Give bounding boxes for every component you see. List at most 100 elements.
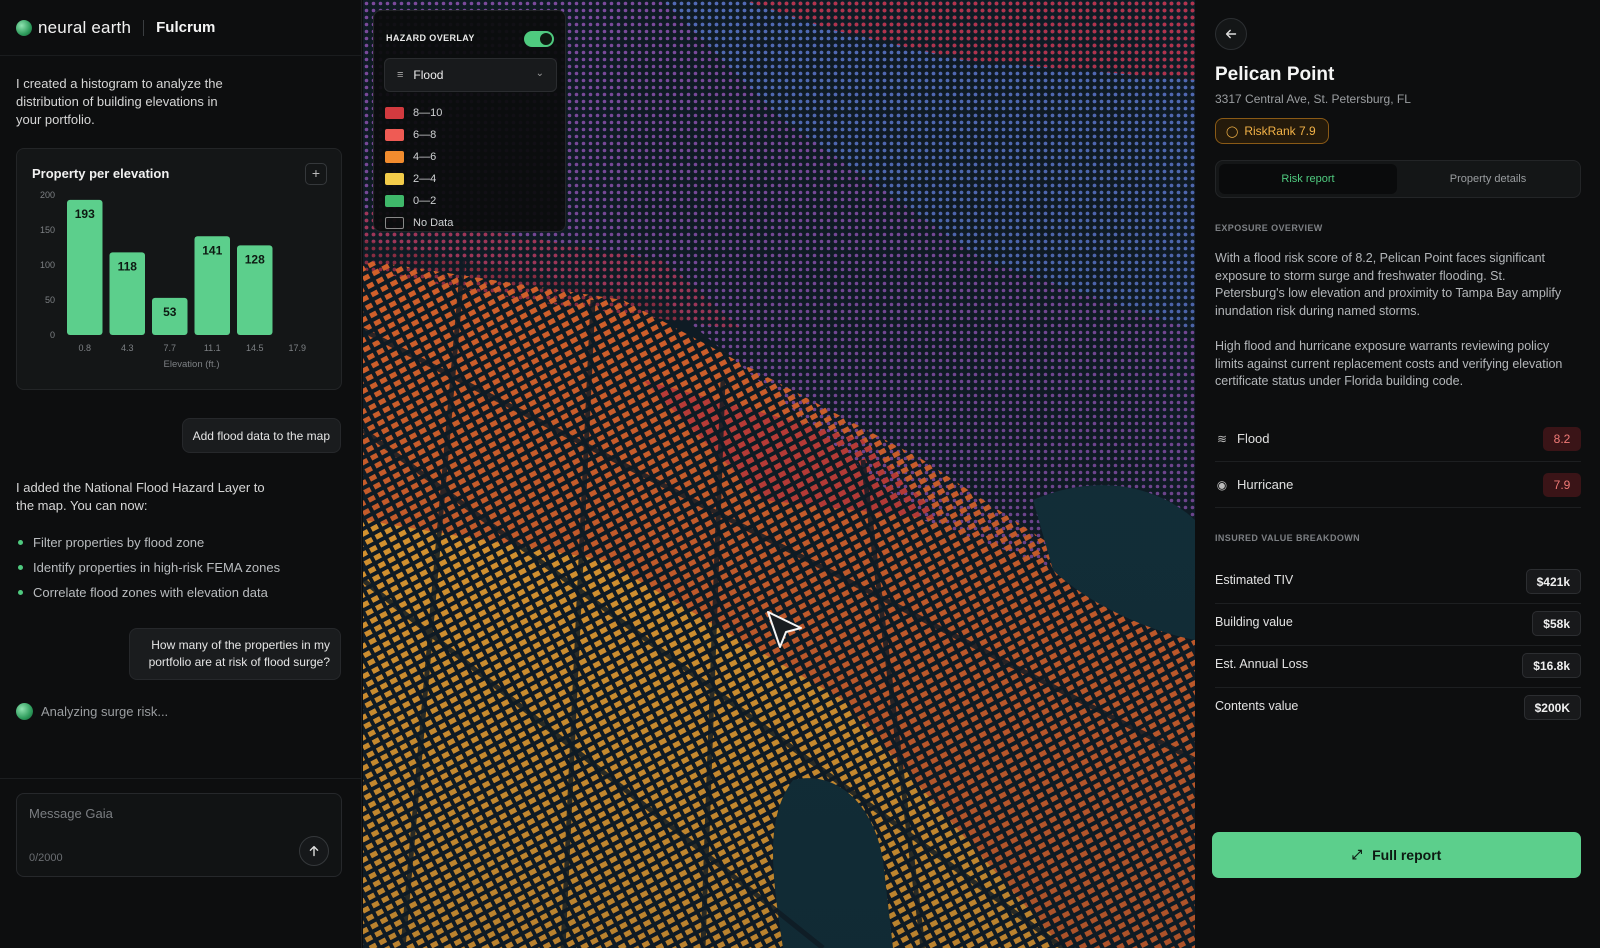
legend-swatch xyxy=(385,173,404,185)
expand-icon: ⤢ xyxy=(1351,847,1363,862)
arrow-left-icon xyxy=(1225,29,1237,39)
list-item: Correlate flood zones with elevation dat… xyxy=(18,580,280,605)
assistant-message: I created a histogram to analyze the dis… xyxy=(16,76,223,127)
value-badge: $421k xyxy=(1525,569,1581,594)
arrow-up-icon xyxy=(309,845,319,857)
bar-value-label: 193 xyxy=(75,207,95,221)
value-row: Building value $58k xyxy=(1215,605,1581,646)
layers-icon: ≡ xyxy=(397,69,404,81)
x-tick-label: 14.5 xyxy=(246,343,264,353)
value-badge: $200K xyxy=(1523,695,1581,720)
x-axis-label: Elevation (ft.) xyxy=(164,359,220,370)
legend-label: 0—2 xyxy=(413,195,437,207)
y-tick-label: 0 xyxy=(50,330,55,340)
bullet-dot xyxy=(18,540,23,545)
hazard-legend: 8—10 6—8 4—6 2—4 0—2 No Data xyxy=(385,102,453,234)
tab-risk-report[interactable]: Risk report xyxy=(1219,164,1397,194)
value-badge: $16.8k xyxy=(1522,653,1581,678)
legend-label: 4—6 xyxy=(413,151,437,163)
assistant-message: I added the National Flood Hazard Layer … xyxy=(16,480,265,513)
list-item: Filter properties by flood zone xyxy=(18,530,280,555)
bar-value-label: 141 xyxy=(202,243,222,257)
loading-globe-icon xyxy=(16,703,33,720)
value-row: Est. Annual Loss $16.8k xyxy=(1215,647,1581,688)
legend-swatch xyxy=(385,129,404,141)
user-message: Add flood data to the map xyxy=(181,418,341,453)
section-label: EXPOSURE OVERVIEW xyxy=(1215,223,1323,233)
x-tick-label: 17.9 xyxy=(288,343,306,353)
brand-name: neural earth xyxy=(38,17,132,37)
legend-item: 6—8 xyxy=(385,124,453,146)
legend-item: No Data xyxy=(385,212,453,234)
chat-panel: neural earth Fulcrum I created a histogr… xyxy=(0,0,362,948)
legend-label: 2—4 xyxy=(413,173,437,185)
legend-label: 8—10 xyxy=(413,107,443,119)
elevation-histogram-card: Property per elevation + 0 50 100 150 200 193… xyxy=(16,148,342,390)
brand-divider xyxy=(143,19,145,36)
risk-score: 7.9 xyxy=(1543,473,1581,497)
value-badge: $58k xyxy=(1532,611,1581,636)
capability-list: Filter properties by flood zone Identify… xyxy=(18,530,280,605)
bar-value-label: 118 xyxy=(118,259,138,273)
exposure-paragraph: With a flood risk score of 8.2, Pelican … xyxy=(1215,251,1562,318)
legend-label: 6—8 xyxy=(413,129,437,141)
legend-item: 2—4 xyxy=(385,168,453,190)
legend-item: 4—6 xyxy=(385,146,453,168)
section-label: INSURED VALUE BREAKDOWN xyxy=(1215,533,1361,543)
hurricane-icon: ◉ xyxy=(1216,477,1228,492)
hazard-overlay-toggle[interactable] xyxy=(524,31,554,47)
neural-earth-logo-icon xyxy=(16,19,32,36)
legend-item: 0—2 xyxy=(385,190,453,212)
char-counter: 0/2000 xyxy=(29,852,63,864)
shield-icon: ◯ xyxy=(1226,125,1239,138)
legend-swatch xyxy=(385,195,404,207)
property-name: Pelican Point xyxy=(1215,64,1335,85)
value-row: Contents value $200K xyxy=(1215,689,1581,730)
x-tick-label: 7.7 xyxy=(163,343,176,353)
property-address: 3317 Central Ave, St. Petersburg, FL xyxy=(1215,92,1411,106)
risk-row-flood: ≋ Flood 8.2 xyxy=(1215,416,1581,462)
app-header: neural earth Fulcrum xyxy=(0,0,361,56)
property-tabs: Risk report Property details xyxy=(1215,160,1581,198)
message-input[interactable] xyxy=(29,806,279,821)
x-tick-label: 0.8 xyxy=(78,343,91,353)
hazard-overlay-title: HAZARD OVERLAY xyxy=(386,33,475,43)
elevation-histogram: 0 50 100 150 200 193 118 53 141 128 0.8 4.3 7.7 11.1 1… xyxy=(40,190,306,370)
message-composer: 0/2000 xyxy=(16,793,342,877)
user-message: How many of the properties in my portfol… xyxy=(129,628,341,680)
bar-value-label: 53 xyxy=(163,305,177,319)
chevron-down-icon: ⌄ xyxy=(535,68,544,79)
x-tick-label: 4.3 xyxy=(121,343,134,353)
legend-swatch xyxy=(385,107,404,119)
risk-score: 8.2 xyxy=(1543,427,1581,451)
y-tick-label: 100 xyxy=(40,260,55,270)
property-panel: Pelican Point 3317 Central Ave, St. Pete… xyxy=(1195,0,1600,948)
flood-icon: ≋ xyxy=(1216,431,1228,446)
toggle-knob xyxy=(540,33,552,45)
legend-label: No Data xyxy=(413,217,454,229)
back-button[interactable] xyxy=(1215,18,1247,50)
bullet-dot xyxy=(18,565,23,570)
hazard-overlay-panel: HAZARD OVERLAY ≡ Flood ⌄ 8—10 6—8 4—6 2—4 0—… xyxy=(373,10,566,232)
analyzing-status: Analyzing surge risk... xyxy=(16,703,168,720)
risk-row-hurricane: ◉ Hurricane 7.9 xyxy=(1215,462,1581,508)
legend-item: 8—10 xyxy=(385,102,453,124)
exposure-paragraph: High flood and hurricane exposure warran… xyxy=(1215,339,1563,388)
list-item: Identify properties in high-risk FEMA zo… xyxy=(18,555,280,580)
y-tick-label: 200 xyxy=(40,190,55,200)
legend-swatch xyxy=(385,217,404,229)
product-name: Fulcrum xyxy=(156,19,216,36)
selected-layer: Flood xyxy=(413,68,444,82)
x-tick-label: 11.1 xyxy=(204,343,221,353)
legend-swatch xyxy=(385,151,404,163)
y-tick-label: 150 xyxy=(40,225,55,235)
full-report-button[interactable]: ⤢ Full report xyxy=(1212,832,1581,878)
bar-value-label: 128 xyxy=(245,252,265,266)
divider xyxy=(0,778,362,779)
y-tick-label: 50 xyxy=(45,295,55,305)
tab-property-details[interactable]: Property details xyxy=(1399,164,1577,194)
map-view[interactable]: HAZARD OVERLAY ≡ Flood ⌄ 8—10 6—8 4—6 2—4 0—… xyxy=(363,0,1195,948)
riskrank-badge: ◯ RiskRank 7.9 xyxy=(1215,118,1329,144)
send-button[interactable] xyxy=(299,836,329,866)
hazard-layer-select[interactable]: ≡ Flood ⌄ xyxy=(384,58,557,92)
